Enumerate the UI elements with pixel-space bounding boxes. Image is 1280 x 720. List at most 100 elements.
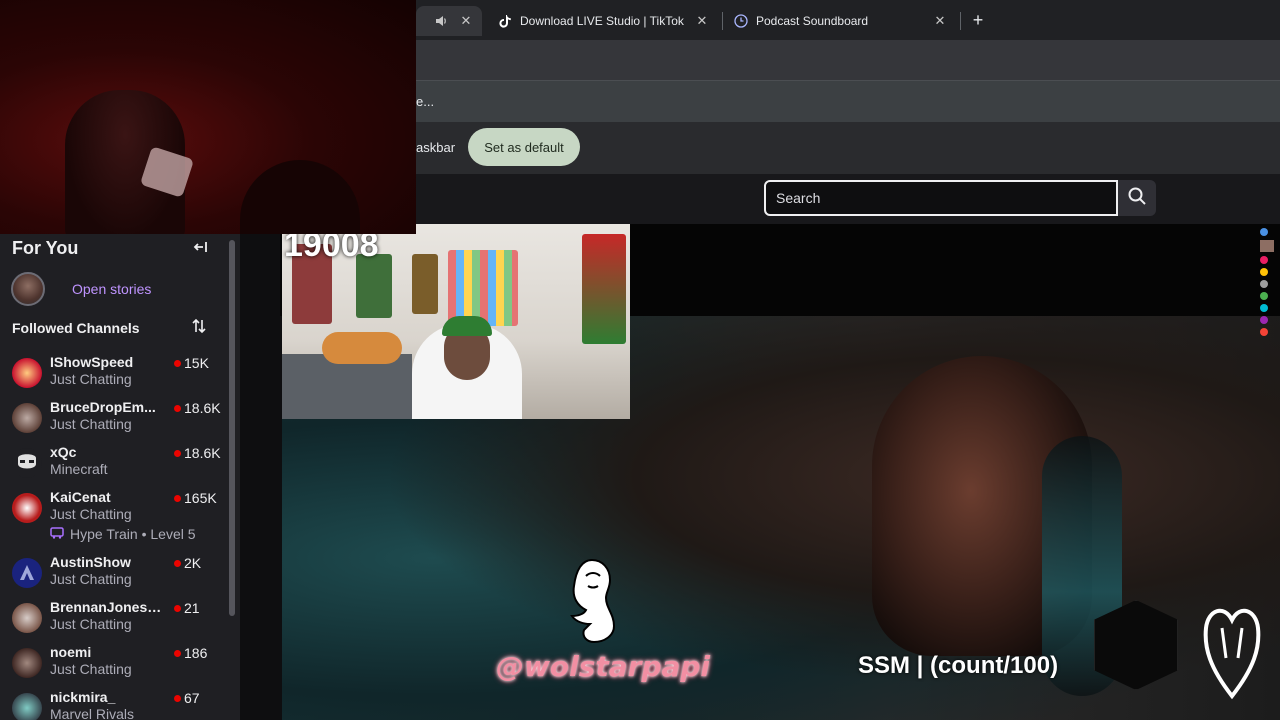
pillow [322, 332, 402, 364]
clock-icon [734, 14, 748, 28]
screen: ✕ Download LIVE Studio | TikTok ✕ Podcas… [0, 0, 1280, 720]
sidebar: For You Open stories Followed Channels I… [0, 234, 240, 720]
channel-avatar [12, 448, 42, 478]
sidebar-scrollbar[interactable] [229, 240, 235, 616]
followed-channel[interactable]: noemi Just Chatting 186 [0, 642, 226, 687]
sub-goal-counter: SSM | (count/100) [858, 652, 1059, 679]
channel-name: BrennanJonesS... [50, 599, 162, 615]
viewer-count: 21 [184, 600, 200, 616]
channel-name: xQc [50, 444, 77, 460]
webcam-person-2 [240, 160, 360, 234]
channel-game: Just Chatting [50, 571, 132, 587]
followed-channel[interactable]: IShowSpeed Just Chatting 15K [0, 352, 226, 397]
viewer-count: 18.6K [184, 400, 221, 416]
streamer-cap [442, 316, 492, 336]
channel-game: Just Chatting [50, 371, 132, 387]
infobar-text: e... [416, 94, 435, 109]
tab-separator [960, 12, 961, 30]
lion-logo-icon [570, 558, 616, 644]
viewer-count: 15K [184, 355, 209, 371]
collapse-sidebar-button[interactable] [190, 238, 212, 260]
chat-badge-icon [1260, 304, 1268, 312]
sort-button[interactable] [190, 318, 208, 336]
streamer-handle: @wolstarpapi [496, 650, 711, 683]
channel-game: Just Chatting [50, 616, 132, 632]
channel-game: Just Chatting [50, 506, 132, 522]
close-icon[interactable]: ✕ [932, 13, 948, 29]
followed-channel[interactable]: BrennanJonesS... Just Chatting 21 [0, 597, 226, 642]
chat-badge-icon [1260, 268, 1268, 276]
chat-badge-icon [1260, 228, 1268, 236]
wall-art [582, 234, 626, 344]
skateboard-wall [448, 250, 518, 326]
hype-train-status: Hype Train • Level 5 [50, 526, 196, 542]
chat-badge-icon [1260, 292, 1268, 300]
viewer-count: 2K [184, 555, 202, 571]
live-indicator [174, 450, 181, 457]
channel-avatar [12, 648, 42, 678]
channel-game: Just Chatting [50, 416, 132, 432]
followed-channel[interactable]: xQc Minecraft 18.6K [0, 442, 226, 487]
tab-title: Download LIVE Studio | TikTok [520, 14, 684, 28]
tab-separator [722, 12, 723, 30]
channel-name: IShowSpeed [50, 354, 134, 370]
speaker-icon[interactable] [434, 14, 448, 28]
channel-avatar [12, 403, 42, 433]
followed-channel[interactable]: BruceDropEm... Just Chatting 18.6K [0, 397, 226, 442]
live-indicator [174, 560, 181, 567]
chat-badge-icon [1260, 328, 1268, 336]
webcam-overlay [0, 0, 416, 234]
followed-channels-title: Followed Channels [12, 320, 140, 336]
set-as-default-button[interactable]: Set as default [468, 128, 580, 166]
wall-art [412, 254, 438, 314]
channel-name: BruceDropEm... [50, 399, 156, 415]
live-indicator [174, 360, 181, 367]
channel-game: Just Chatting [50, 661, 132, 677]
search-input[interactable] [764, 180, 1118, 216]
live-indicator [174, 495, 181, 502]
search-bar [764, 180, 1156, 216]
chat-badge-icon [1260, 256, 1268, 264]
close-icon[interactable]: ✕ [458, 13, 474, 29]
search-button[interactable] [1118, 180, 1156, 216]
chat-avatar [1260, 240, 1274, 252]
live-indicator [174, 605, 181, 612]
channel-name: KaiCenat [50, 489, 111, 505]
tiktok-icon [498, 14, 512, 28]
tab-title: Podcast Soundboard [756, 14, 869, 28]
search-icon [1127, 186, 1147, 211]
viewer-count: 67 [184, 690, 200, 706]
browser-tab-active[interactable]: ✕ [416, 6, 482, 36]
channel-avatar [12, 558, 42, 588]
viewer-count: 186 [184, 645, 208, 661]
chat-badge-icon [1260, 280, 1268, 288]
promo-text: askbar [416, 140, 456, 155]
channel-avatar [12, 358, 42, 388]
live-indicator [174, 695, 181, 702]
viewer-count: 165K [184, 490, 217, 506]
channel-name: noemi [50, 644, 92, 660]
channel-avatar [12, 693, 42, 720]
chat-panel-edge [1258, 224, 1280, 524]
heart-logo-icon [1203, 608, 1261, 700]
stories-avatar[interactable] [11, 272, 45, 306]
close-icon[interactable]: ✕ [694, 13, 710, 29]
followed-channel[interactable]: nickmira_ Marvel Rivals 67 [0, 687, 226, 720]
sidebar-title: For You [12, 238, 79, 258]
channel-game: Marvel Rivals [50, 706, 135, 720]
chat-badge-icon [1260, 316, 1268, 324]
followed-channel[interactable]: AustinShow Just Chatting 2K [0, 552, 226, 597]
sort-arrows-icon [191, 318, 207, 337]
browser-tab-soundboard[interactable]: Podcast Soundboard ✕ [728, 6, 956, 36]
channel-avatar [12, 493, 42, 523]
channel-name: nickmira_ [50, 689, 116, 705]
collapse-arrow-icon [192, 242, 210, 260]
live-indicator [174, 405, 181, 412]
hype-train-label: Hype Train • Level 5 [70, 526, 196, 542]
channel-game: Minecraft [50, 461, 108, 477]
viewer-count: 18.6K [184, 445, 221, 461]
new-tab-button[interactable]: + [968, 10, 988, 30]
train-icon [50, 526, 64, 542]
open-stories-link[interactable]: Open stories [72, 281, 151, 297]
browser-tab-tiktok[interactable]: Download LIVE Studio | TikTok ✕ [490, 6, 718, 36]
